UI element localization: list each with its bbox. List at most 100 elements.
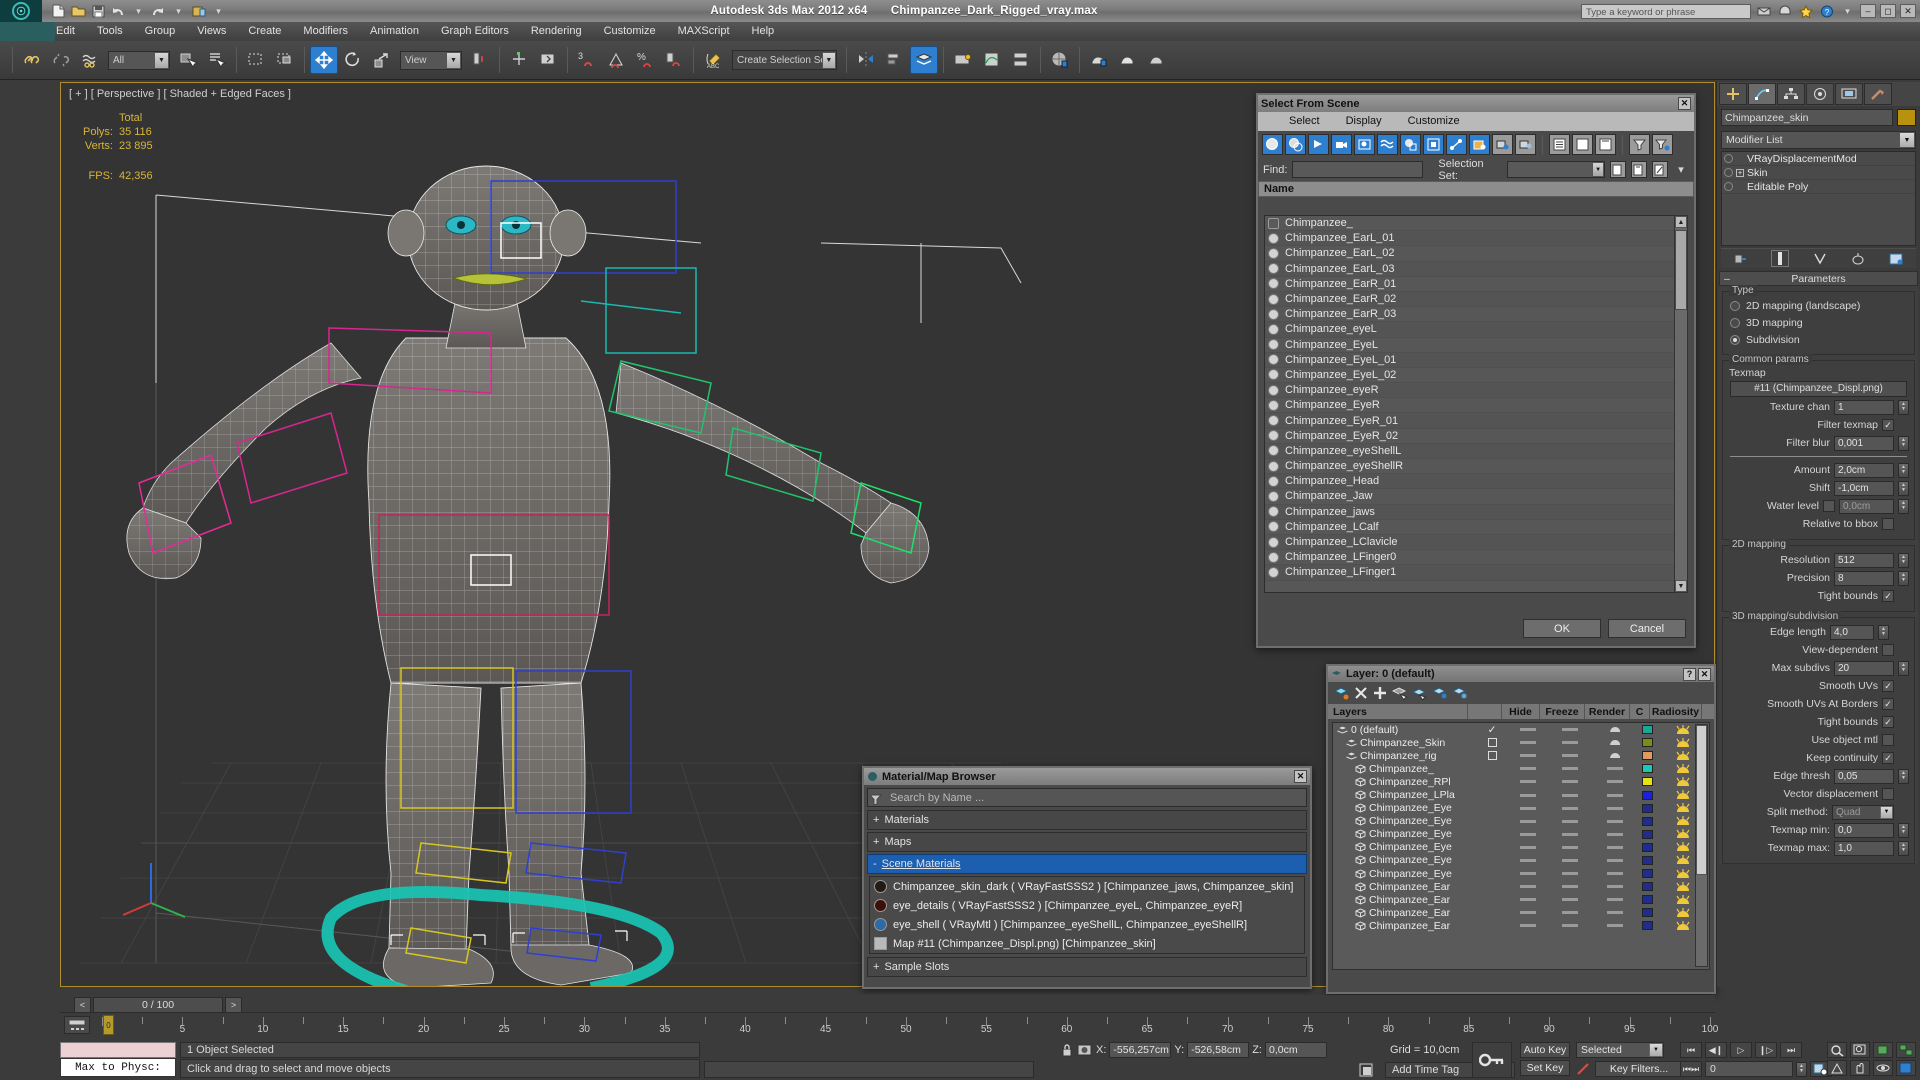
render-setup-icon[interactable] [1085,46,1113,74]
menu-item-group[interactable]: Group [134,22,187,41]
layer-color-cell[interactable] [1637,869,1657,879]
layer-render-cell[interactable] [1592,872,1637,876]
layer-hide-cell[interactable] [1509,780,1547,784]
maps-group-header[interactable]: + Maps [867,832,1307,852]
layer-scrollbar-thumb[interactable] [1696,725,1707,875]
layer-row[interactable]: Chimpanzee_Ear [1333,919,1709,932]
modifier-enable-bulb-icon[interactable] [1724,182,1733,191]
layer-color-swatch[interactable] [1641,842,1653,852]
goto-end-button[interactable]: ⏭ [1780,1042,1802,1058]
add-selection-to-layer-icon[interactable] [1373,686,1387,700]
scene-list-item[interactable]: Chimpanzee_Jaw [1265,489,1675,505]
scrollbar-thumb[interactable] [1675,230,1687,310]
layer-hide-cell[interactable] [1509,845,1547,849]
layer-row-name-cell[interactable]: Chimpanzee_RPl [1333,776,1475,788]
smooth-uvs-checkbox[interactable]: ✓ [1882,680,1894,692]
auto-key-button[interactable]: Auto Key [1520,1042,1570,1058]
selection-set-input[interactable]: ▼ [1506,161,1606,178]
layer-row-name-cell[interactable]: Chimpanzee_LPla [1333,789,1475,801]
modifier-list-dropdown[interactable]: Modifier List ▼ [1721,131,1916,149]
ok-button[interactable]: OK [1523,619,1601,638]
layer-row[interactable]: Chimpanzee_Eye [1333,867,1709,880]
layer-color-swatch[interactable] [1641,816,1653,826]
orbit-icon[interactable] [1873,1060,1893,1076]
field-of-view-icon[interactable] [1827,1060,1847,1076]
layer-row-name-cell[interactable]: Chimpanzee_rig [1333,750,1475,762]
track-bar[interactable]: 5 10 15 20 25 30 35 40 45 50 55 60 65 70 75 80 85 90 95 100… [60,1012,1718,1038]
material-list-item[interactable]: eye_shell ( VRayMtl ) [Chimpanzee_eyeShe… [870,915,1304,934]
layer-freeze-cell[interactable] [1547,924,1592,928]
layer-color-cell[interactable] [1637,777,1657,787]
snaps-toggle-icon[interactable]: 3 [573,46,601,74]
expand-all-icon[interactable] [1549,134,1570,155]
selection-set-dropdown-icon[interactable]: ▾ [1673,161,1689,178]
modifier-enable-bulb-icon[interactable] [1724,168,1733,177]
edit-selection-set-icon[interactable] [1631,161,1648,178]
layer-color-cell[interactable] [1637,803,1657,813]
app-logo-icon[interactable]: ☉ [0,0,42,22]
rectangular-selection-region-icon[interactable] [242,46,270,74]
layer-hide-cell[interactable] [1509,793,1547,797]
scene-materials-list[interactable]: Chimpanzee_skin_dark ( VRayFastSSS2 ) [C… [869,876,1305,954]
layer-hide-cell[interactable] [1509,741,1547,745]
display-containers-icon[interactable] [1469,134,1490,155]
layer-row[interactable]: Chimpanzee_Eye [1333,802,1709,815]
max-subdivs-spinner[interactable]: ▲ ▼ [1898,660,1909,676]
hide-unhide-layer-icon[interactable] [1452,686,1467,701]
spinner-snap-toggle-icon[interactable] [660,46,688,74]
set-key-toggle-icon[interactable] [1576,1062,1592,1076]
chevron-down-icon-keymode[interactable]: ▼ [1649,1043,1663,1057]
layer-color-swatch[interactable] [1641,751,1653,761]
parameters-rollup-header[interactable]: – Parameters [1719,271,1918,286]
scene-list-item[interactable]: Chimpanzee_eyeR [1265,383,1675,399]
radio-subdivision[interactable] [1730,334,1740,345]
display-helpers-icon[interactable] [1354,134,1375,155]
layer-current-cell[interactable]: ✓ [1475,724,1509,736]
layer-hide-cell[interactable] [1509,806,1547,810]
scene-list-item[interactable]: Chimpanzee_LFinger0 [1265,550,1675,566]
scene-list-header[interactable]: Name [1258,181,1694,197]
display-influences-icon[interactable] [1492,134,1513,155]
layer-color-swatch[interactable] [1641,895,1653,905]
display-groups-icon[interactable] [1400,134,1421,155]
layer-color-swatch[interactable] [1641,882,1653,892]
current-frame-display[interactable]: 0 / 100 [93,997,223,1013]
type-option-2d[interactable]: 2D mapping (landscape) [1730,298,1907,313]
select-from-scene-dialog[interactable]: Select From Scene ✕ Select Display Custo… [1256,93,1696,648]
layer-row-name-cell[interactable]: Chimpanzee_Eye [1333,854,1475,866]
chevron-down-icon-selset[interactable]: ▼ [1592,162,1605,177]
menu-item-help[interactable]: Help [741,22,786,41]
modifier-stack-item[interactable]: Editable Poly [1722,180,1915,194]
layer-freeze-cell[interactable] [1547,806,1592,810]
pan-view-icon[interactable] [1850,1060,1870,1076]
layer-row[interactable]: Chimpanzee_LPla [1333,788,1709,801]
layer-color-swatch[interactable] [1641,855,1653,865]
angle-snap-toggle-icon[interactable] [602,46,630,74]
layer-row[interactable]: Chimpanzee_Eye [1333,828,1709,841]
relative-bbox-checkbox[interactable] [1882,518,1894,530]
rollup-collapse-icon[interactable]: – [1724,272,1730,286]
undo-dropdown-icon[interactable]: ▾ [130,3,147,20]
layer-current-cell[interactable] [1475,738,1509,748]
layer-color-cell[interactable] [1637,921,1657,931]
water-level-spinner[interactable]: ▲ ▼ [1898,498,1909,514]
scene-list-item[interactable]: Chimpanzee_EarR_01 [1265,277,1675,292]
layer-row[interactable]: 0 (default) ✓ [1333,723,1709,736]
sfs-menu-select[interactable]: Select [1276,112,1333,131]
material-search-input[interactable]: Search by Name ... [867,788,1307,807]
layer-freeze-cell[interactable] [1547,845,1592,849]
layer-render-cell[interactable] [1592,725,1637,734]
layer-freeze-cell[interactable] [1547,754,1592,758]
materials-group-header[interactable]: + Materials [867,810,1307,830]
texmap-max-spinner[interactable]: ▲ ▼ [1898,840,1909,856]
scene-list-item[interactable]: Chimpanzee_EyeL_01 [1265,352,1675,368]
water-level-checkbox[interactable] [1823,500,1835,512]
display-space-warps-icon[interactable] [1377,134,1398,155]
scene-list-item[interactable]: Chimpanzee_LClavicle [1265,534,1675,551]
display-children-icon[interactable] [1595,134,1616,155]
layer-color-cell[interactable] [1637,725,1657,735]
layer-freeze-cell[interactable] [1547,728,1592,732]
scene-list-item[interactable]: Chimpanzee_ [1265,216,1675,232]
keep-continuity-checkbox[interactable]: ✓ [1882,752,1894,764]
delete-selection-set-icon[interactable] [1652,161,1669,178]
